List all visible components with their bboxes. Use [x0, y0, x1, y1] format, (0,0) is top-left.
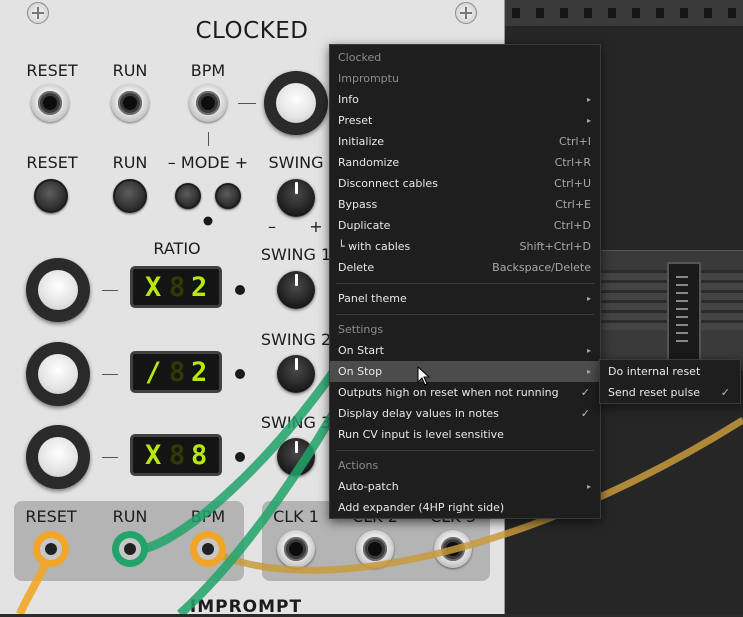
chevron-right-icon: ▸ — [586, 346, 591, 355]
chevron-right-icon: ▸ — [586, 482, 591, 491]
menu-item-run-cv-level-sensitive[interactable]: Run CV input is level sensitive — [330, 424, 600, 445]
chevron-right-icon: ▸ — [586, 95, 591, 104]
checkmark-icon: ✓ — [580, 386, 590, 399]
menu-item-bypass[interactable]: Bypass Ctrl+E — [330, 194, 600, 215]
chevron-right-icon: ▸ — [586, 294, 591, 303]
menu-header-brand: Impromptu — [338, 72, 399, 85]
on-stop-submenu: Do internal reset Send reset pulse ✓ — [599, 359, 741, 404]
menu-item-disconnect-cables[interactable]: Disconnect cables Ctrl+U — [330, 173, 600, 194]
menu-item-on-stop[interactable]: On Stop ▸ — [330, 361, 600, 382]
menu-item-duplicate-with-cables[interactable]: └ with cables Shift+Ctrl+D — [330, 236, 600, 257]
menu-item-preset[interactable]: Preset ▸ — [330, 110, 600, 131]
menu-item-duplicate[interactable]: Duplicate Ctrl+D — [330, 215, 600, 236]
menu-item-on-start[interactable]: On Start ▸ — [330, 340, 600, 361]
menu-item-info[interactable]: Info ▸ — [330, 89, 600, 110]
menu-item-auto-patch[interactable]: Auto-patch ▸ — [330, 476, 600, 497]
context-menu: Clocked Impromptu Info ▸ Preset ▸ Initiali… — [329, 44, 601, 519]
menu-item-add-expander[interactable]: Add expander (4HP right side) — [330, 497, 600, 518]
run-output-plug — [112, 531, 148, 567]
chevron-right-icon: ▸ — [586, 367, 591, 376]
checkmark-icon: ✓ — [580, 407, 590, 420]
menu-separator — [336, 314, 594, 315]
submenu-item-send-reset-pulse[interactable]: Send reset pulse ✓ — [600, 382, 740, 403]
menu-header-module: Clocked — [338, 51, 382, 64]
menu-item-delete[interactable]: Delete Backspace/Delete — [330, 257, 600, 278]
menu-item-display-delay-values[interactable]: Display delay values in notes ✓ — [330, 403, 600, 424]
menu-item-initialize[interactable]: Initialize Ctrl+I — [330, 131, 600, 152]
submenu-item-do-internal-reset[interactable]: Do internal reset — [600, 361, 740, 382]
mouse-cursor-icon — [417, 366, 431, 386]
menu-item-outputs-high-on-reset[interactable]: Outputs high on reset when not running ✓ — [330, 382, 600, 403]
menu-separator — [336, 283, 594, 284]
chevron-right-icon: ▸ — [586, 116, 591, 125]
menu-header-settings: Settings — [338, 323, 384, 336]
menu-item-randomize[interactable]: Randomize Ctrl+R — [330, 152, 600, 173]
bpm-output-plug — [190, 531, 226, 567]
menu-separator — [336, 450, 594, 451]
checkmark-icon: ✓ — [720, 386, 730, 399]
menu-header-actions: Actions — [338, 459, 379, 472]
reset-output-plug — [33, 531, 69, 567]
menu-item-panel-theme[interactable]: Panel theme ▸ — [330, 288, 600, 309]
